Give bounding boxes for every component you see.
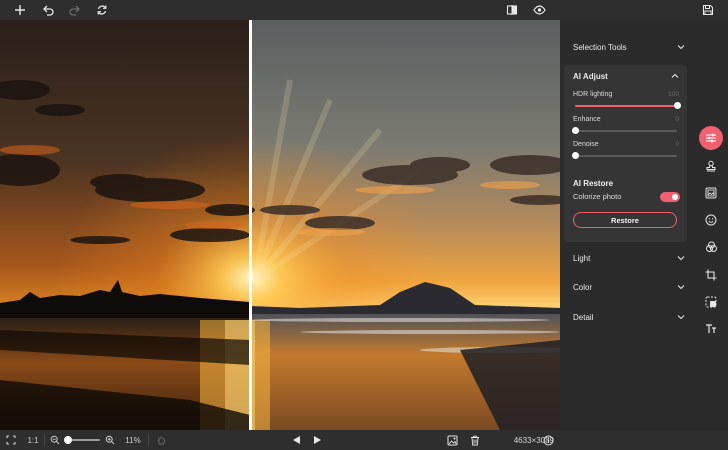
blend-circles-icon[interactable] (699, 235, 723, 259)
ai-restore-title: AI Restore (573, 179, 614, 188)
layers-icon[interactable] (699, 290, 723, 314)
colorize-toggle[interactable] (660, 192, 680, 202)
slider-knob[interactable] (572, 127, 579, 134)
zoom-percent: 11% (125, 435, 141, 445)
fullscreen-icon[interactable] (2, 430, 20, 450)
section-label: Detail (573, 312, 594, 322)
divider (44, 433, 45, 447)
sync-icon[interactable] (92, 0, 112, 20)
image-dimensions-bar: 4633×3089 (514, 430, 728, 450)
plus-icon[interactable] (10, 0, 30, 20)
undo-icon[interactable] (38, 0, 58, 20)
section-label: Light (573, 253, 591, 263)
compare-split-handle[interactable] (249, 20, 252, 430)
frame-image-icon[interactable] (699, 181, 723, 205)
slider-hdr-lighting[interactable]: HDR lighting 100 (573, 91, 681, 117)
adjust-sliders-icon[interactable] (699, 126, 723, 150)
sunset-photo (0, 20, 560, 430)
section-label: AI Adjust (573, 71, 608, 81)
bottom-toolbar: 1:1 11% (0, 430, 560, 450)
section-ai-adjust[interactable]: AI Adjust (573, 69, 679, 83)
slider-enhance[interactable]: Enhance 0 (572, 116, 679, 142)
info-icon[interactable] (540, 430, 556, 450)
slider-track[interactable] (575, 102, 681, 109)
top-toolbar (0, 0, 728, 20)
photo-editor-app: 1:1 11% 4633×3089 Selection Tools AI Adj… (0, 0, 728, 450)
slider-label: HDR lighting (573, 91, 613, 98)
divider (148, 433, 149, 447)
section-label: Color (573, 282, 593, 292)
photo-canvas[interactable] (0, 20, 560, 430)
prev-arrow-icon[interactable] (288, 430, 304, 450)
slider-track[interactable] (572, 127, 677, 134)
slider-value: 0 (675, 141, 679, 148)
section-color[interactable]: Color (573, 280, 685, 294)
tool-rail (694, 20, 728, 430)
slider-label: Denoise (573, 141, 599, 148)
slider-knob[interactable] (572, 152, 579, 159)
slider-knob[interactable] (674, 102, 681, 109)
section-light[interactable]: Light (573, 251, 685, 265)
toggle-knob (672, 194, 678, 200)
redo-icon[interactable] (65, 0, 85, 20)
eye-icon[interactable] (529, 0, 549, 20)
chevron-down-icon (677, 313, 685, 321)
trash-icon[interactable] (466, 430, 484, 450)
slider-track[interactable] (572, 152, 677, 159)
chevron-down-icon (677, 254, 685, 262)
zoom-slider-knob[interactable] (64, 436, 72, 444)
crop-icon[interactable] (699, 263, 723, 287)
zoom-in-icon[interactable] (103, 430, 117, 450)
colorize-row[interactable]: Colorize photo (573, 192, 680, 204)
hand-icon[interactable] (152, 430, 170, 450)
next-arrow-icon[interactable] (309, 430, 325, 450)
text-icon[interactable] (699, 317, 723, 341)
compare-icon[interactable] (502, 0, 522, 20)
slider-value: 100 (668, 91, 679, 98)
ai-adjust-card: AI Adjust HDR lighting 100 Enhance 0 Den… (564, 65, 687, 242)
section-selection-tools[interactable]: Selection Tools (573, 40, 685, 54)
adjustments-panel: Selection Tools AI Adjust HDR lighting 1… (560, 20, 694, 430)
image-icon[interactable] (443, 430, 461, 450)
slider-denoise[interactable]: Denoise 0 (572, 141, 679, 167)
chevron-down-icon (677, 43, 685, 51)
section-label: Selection Tools (573, 42, 627, 52)
chevron-down-icon (677, 283, 685, 291)
zoom-out-icon[interactable] (48, 430, 62, 450)
save-icon[interactable] (698, 0, 718, 20)
stamp-icon[interactable] (699, 154, 723, 178)
restore-button[interactable]: Restore (573, 212, 677, 228)
section-detail[interactable]: Detail (573, 310, 685, 324)
colorize-label: Colorize photo (573, 192, 622, 201)
slider-value: 0 (675, 116, 679, 123)
slider-fill (575, 105, 677, 107)
ratio-label[interactable]: 1:1 (24, 430, 42, 450)
smile-icon[interactable] (699, 208, 723, 232)
slider-label: Enhance (573, 116, 601, 123)
chevron-up-icon (671, 72, 679, 80)
